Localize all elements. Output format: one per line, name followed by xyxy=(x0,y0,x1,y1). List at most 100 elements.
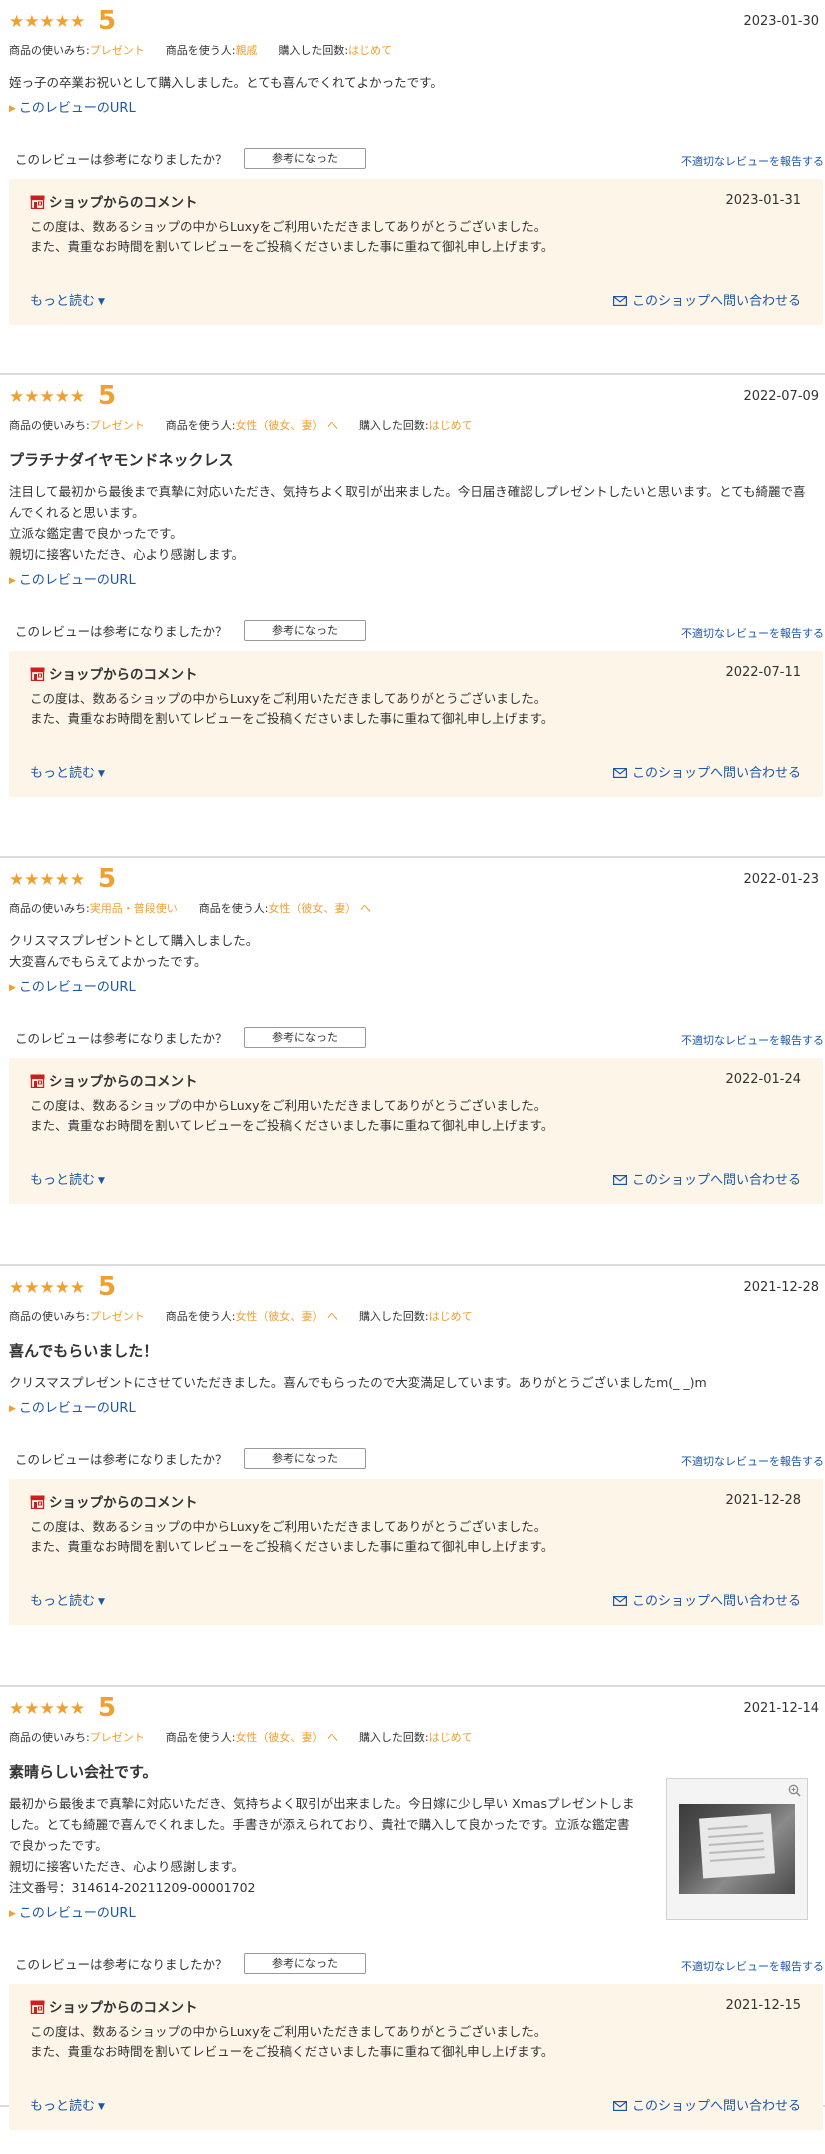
zoom-icon[interactable] xyxy=(788,1784,801,1797)
chevron-down-icon: ▼ xyxy=(98,2102,105,2112)
meta-count-value: はじめて xyxy=(348,44,393,57)
review-body: 注目して最初から最後まで真摯に対応いただき、気持ちよく取引が出来ました。今日届き… xyxy=(0,471,825,565)
contact-shop-link[interactable]: このショップへ問い合わせる xyxy=(612,2095,801,2114)
helpful-row: このレビューは参考になりましたか？ 参考になった 不適切なレビューを報告する xyxy=(0,139,825,179)
contact-shop-link[interactable]: このショップへ問い合わせる xyxy=(612,1590,801,1609)
meta-user-value: 親戚 xyxy=(235,44,258,57)
review-body: クリスマスプレゼントとして購入しました。 大変喜んでもらえてよかったです。 xyxy=(0,920,825,972)
meta-user: 商品を使う人:女性（彼女、妻） へ xyxy=(166,1727,338,1749)
helpful-button[interactable]: 参考になった xyxy=(244,620,366,641)
meta-user-value: 女性（彼女、妻） xyxy=(235,1310,324,1323)
review-date: 2021-12-28 xyxy=(743,1280,819,1295)
shop-comment-label: ショップからのコメント xyxy=(49,667,198,683)
report-review-link[interactable]: 不適切なレビューを報告する xyxy=(681,1032,824,1048)
read-more-label: もっと読む xyxy=(30,1173,96,1188)
contact-shop-label: このショップへ問い合わせる xyxy=(631,1173,801,1188)
chevron-down-icon[interactable]: へ xyxy=(327,1731,338,1744)
review-url-link[interactable]: ▶ このレビューのURL xyxy=(0,1393,825,1419)
helpful-row: このレビューは参考になりましたか？ 参考になった 不適切なレビューを報告する xyxy=(0,611,825,651)
certificate-line xyxy=(707,1825,748,1830)
read-more-link[interactable]: もっと読む ▼ xyxy=(30,762,105,781)
review-meta: 商品の使いみち:プレゼント 商品を使う人:女性（彼女、妻） へ購入した回数:はじめ… xyxy=(0,1306,825,1328)
review-url-link[interactable]: ▶ このレビューのURL xyxy=(0,565,825,591)
read-more-link[interactable]: もっと読む ▼ xyxy=(30,1590,105,1609)
meta-user-label: 商品を使う人: xyxy=(165,44,236,57)
shop-comment: ショップからのコメント 2022-07-11 この度は、数あるショップの中からLux… xyxy=(9,651,823,797)
meta-user: 商品を使う人:女性（彼女、妻） へ xyxy=(166,415,338,437)
read-more-link[interactable]: もっと読む ▼ xyxy=(30,1169,105,1188)
chevron-down-icon: ▼ xyxy=(98,769,105,779)
review-list: ★★★★★ 5 2023-01-30 商品の使いみち:プレゼント 商品を使う人:親戚 購入… xyxy=(0,0,825,2130)
review-url-link[interactable]: ▶ このレビューのURL xyxy=(0,93,825,119)
shop-comment-message: この度は、数あるショップの中からLuxyをご利用いただきましてありがとうございま… xyxy=(30,217,553,257)
meta-user-value: 女性（彼女、妻） xyxy=(268,902,357,915)
meta-usage-label: 商品の使いみち: xyxy=(9,419,90,432)
read-more-link[interactable]: もっと読む ▼ xyxy=(30,290,105,309)
review-url-link-label: このレビューのURL xyxy=(18,101,136,116)
rating-score: 5 xyxy=(98,864,117,894)
chevron-down-icon[interactable]: へ xyxy=(327,419,338,432)
meta-count-label: 購入した回数: xyxy=(358,1310,429,1323)
meta-count: 購入した回数:はじめて xyxy=(359,1306,473,1328)
meta-usage: 商品の使いみち:プレゼント xyxy=(9,415,145,437)
review-body: クリスマスプレゼントにさせていただきました。喜んでもらったので大変満足しています… xyxy=(0,1362,825,1393)
contact-shop-link[interactable]: このショップへ問い合わせる xyxy=(612,290,801,309)
shop-comment-label: ショップからのコメント xyxy=(49,195,198,211)
review-item: ★★★★★ 5 2022-01-23 商品の使いみち:実用品・普段使い 商品を使う人:女… xyxy=(0,858,825,1266)
review-image[interactable] xyxy=(666,1778,808,1920)
helpful-button[interactable]: 参考になった xyxy=(244,1953,366,1974)
report-review-link[interactable]: 不適切なレビューを報告する xyxy=(681,153,824,169)
helpful-question: このレビューは参考になりましたか？ xyxy=(15,624,228,639)
meta-user: 商品を使う人:女性（彼女、妻） へ xyxy=(199,898,371,920)
chevron-down-icon[interactable]: へ xyxy=(360,902,371,915)
chevron-down-icon: ▼ xyxy=(98,1176,105,1186)
helpful-button[interactable]: 参考になった xyxy=(244,1027,366,1048)
helpful-row: このレビューは参考になりましたか？ 参考になった 不適切なレビューを報告する xyxy=(0,1018,825,1058)
contact-shop-label: このショップへ問い合わせる xyxy=(631,2099,801,2114)
contact-shop-link[interactable]: このショップへ問い合わせる xyxy=(612,1169,801,1188)
review-url-link-label: このレビューのURL xyxy=(18,1401,136,1416)
triangle-right-icon: ▶ xyxy=(9,983,16,993)
review-meta: 商品の使いみち:プレゼント 商品を使う人:女性（彼女、妻） へ購入した回数:はじめ… xyxy=(0,1727,825,1749)
meta-user: 商品を使う人:女性（彼女、妻） へ xyxy=(166,1306,338,1328)
rating-score: 5 xyxy=(98,381,117,411)
read-more-link[interactable]: もっと読む ▼ xyxy=(30,2095,105,2114)
shop-comment: ショップからのコメント 2023-01-31 この度は、数あるショップの中からLux… xyxy=(9,179,823,325)
meta-count-value: はじめて xyxy=(428,419,473,432)
review-meta: 商品の使いみち:実用品・普段使い 商品を使う人:女性（彼女、妻） へ xyxy=(0,898,825,920)
review-item: ★★★★★ 5 2021-12-28 商品の使いみち:プレゼント 商品を使う人:女性（彼… xyxy=(0,1266,825,1687)
review-url-link[interactable]: ▶ このレビューのURL xyxy=(0,972,825,998)
review-title: プラチナダイヤモンドネックレス xyxy=(9,451,234,469)
report-review-link[interactable]: 不適切なレビューを報告する xyxy=(681,1958,824,1974)
shop-comment-message: この度は、数あるショップの中からLuxyをご利用いただきましてありがとうございま… xyxy=(30,1096,553,1136)
review-body-line: 親切に接客いただき、心より感謝します。 xyxy=(9,1859,245,1874)
contact-shop-link[interactable]: このショップへ問い合わせる xyxy=(612,762,801,781)
triangle-right-icon: ▶ xyxy=(9,576,16,586)
chevron-down-icon[interactable]: へ xyxy=(327,1310,338,1323)
certificate-line xyxy=(708,1832,764,1838)
report-review-link[interactable]: 不適切なレビューを報告する xyxy=(681,625,824,641)
review-body-line: 注目して最初から最後まで真摯に対応いただき、気持ちよく取引が出来ました。今日届き… xyxy=(9,484,806,520)
star-rating: ★★★★★ xyxy=(9,387,86,407)
meta-count-value: はじめて xyxy=(428,1731,473,1744)
mail-icon xyxy=(612,296,627,306)
helpful-button[interactable]: 参考になった xyxy=(244,148,366,169)
shop-comment: ショップからのコメント 2021-12-28 この度は、数あるショップの中からLux… xyxy=(9,1479,823,1625)
helpful-button[interactable]: 参考になった xyxy=(244,1448,366,1469)
report-review-link[interactable]: 不適切なレビューを報告する xyxy=(681,1453,824,1469)
shop-message-line: また、貴重なお時間を割いてレビューをご投稿くださいました事に重ねて御礼申し上げま… xyxy=(30,2044,554,2059)
star-rating: ★★★★★ xyxy=(9,12,86,32)
shop-comment: ショップからのコメント 2022-01-24 この度は、数あるショップの中からLux… xyxy=(9,1058,823,1204)
mail-icon xyxy=(612,1596,627,1606)
contact-shop-label: このショップへ問い合わせる xyxy=(631,766,801,781)
review-meta: 商品の使いみち:プレゼント 商品を使う人:女性（彼女、妻） へ購入した回数:はじめ… xyxy=(0,415,825,437)
review-body-line: クリスマスプレゼントとして購入しました。 xyxy=(9,933,259,948)
review-date: 2022-01-23 xyxy=(743,872,819,887)
triangle-right-icon: ▶ xyxy=(9,1404,16,1414)
triangle-right-icon: ▶ xyxy=(9,1909,16,1919)
meta-usage-label: 商品の使いみち: xyxy=(9,44,90,57)
shop-message-line: この度は、数あるショップの中からLuxyをご利用いただきましてありがとうございま… xyxy=(30,2024,547,2039)
shop-icon xyxy=(30,667,45,681)
review-body-line: 最初から最後まで真摯に対応いただき、気持ちよく取引が出来ました。今日嫁に少し早い… xyxy=(9,1796,635,1853)
shop-comment-message: この度は、数あるショップの中からLuxyをご利用いただきましてありがとうございま… xyxy=(30,1517,553,1557)
